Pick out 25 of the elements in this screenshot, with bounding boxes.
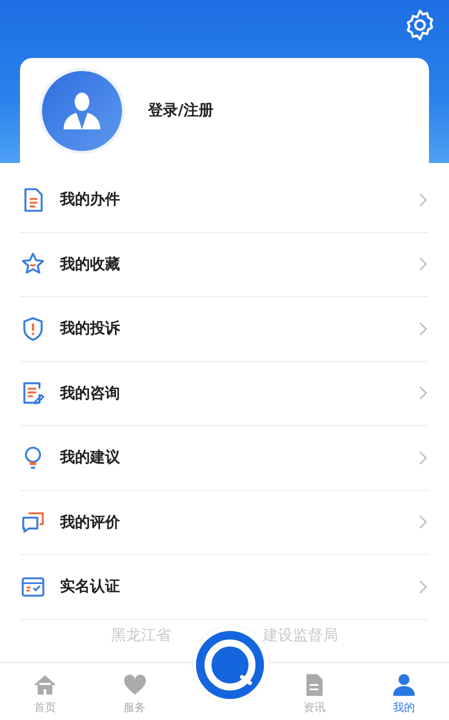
chevron-icon [417,192,429,208]
menu-label: 我的咨询 [60,384,121,403]
menu-label: 我的建议 [60,448,121,468]
menu-label: 我的投诉 [60,319,121,338]
menu-label: 我的评价 [60,512,121,532]
login-link[interactable]: 登录/注册 [148,101,214,120]
avatar-icon[interactable] [42,70,122,150]
menu-item[interactable]: 我的评价 [20,490,429,555]
chevron-icon [417,320,429,337]
chevron-icon [417,578,429,595]
chevron-icon [417,256,429,272]
chevron-icon [417,385,429,402]
chevron-icon [417,514,429,530]
menu-item[interactable]: 实名认证 [20,555,429,620]
menu-label: 实名认证 [60,577,121,596]
menu-label: 我的办件 [60,190,121,210]
chevron-icon [417,450,429,466]
menu-label: 我的收藏 [60,254,121,274]
menu-item[interactable]: 我的收藏 [20,232,429,297]
menu-item[interactable]: 我的建议 [20,426,429,490]
menu-item[interactable]: 我的办件 [20,168,429,232]
menu-item[interactable]: 我的投诉 [20,297,429,362]
menu-item[interactable]: 我的咨询 [20,362,429,426]
tab-bar-item[interactable]: 我的 [359,672,449,715]
person-icon [391,672,418,698]
